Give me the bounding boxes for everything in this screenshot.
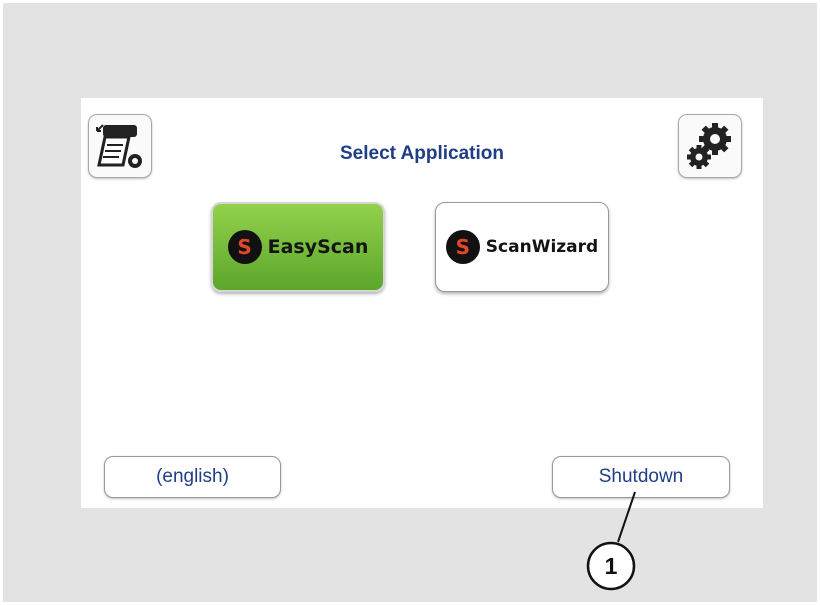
page-title: Select Application [340, 143, 504, 164]
easyscan-button[interactable]: S EasyScan [211, 202, 385, 292]
app-screen: Select Application S EasyScan S ScanWiza… [81, 98, 763, 508]
language-button[interactable]: (english) [104, 456, 281, 498]
scanwizard-button[interactable]: S ScanWizard [435, 202, 609, 292]
scanwizard-label: ScanWizard [485, 237, 599, 257]
settings-button[interactable] [678, 114, 742, 178]
easyscan-logo-icon: S [227, 230, 262, 264]
shutdown-button[interactable]: Shutdown [552, 456, 730, 498]
gears-icon [687, 123, 731, 169]
easyscan-label: EasyScan [267, 236, 369, 258]
frame-background: Select Application S EasyScan S ScanWiza… [3, 3, 817, 602]
scanwizard-logo-icon: S [445, 230, 480, 264]
